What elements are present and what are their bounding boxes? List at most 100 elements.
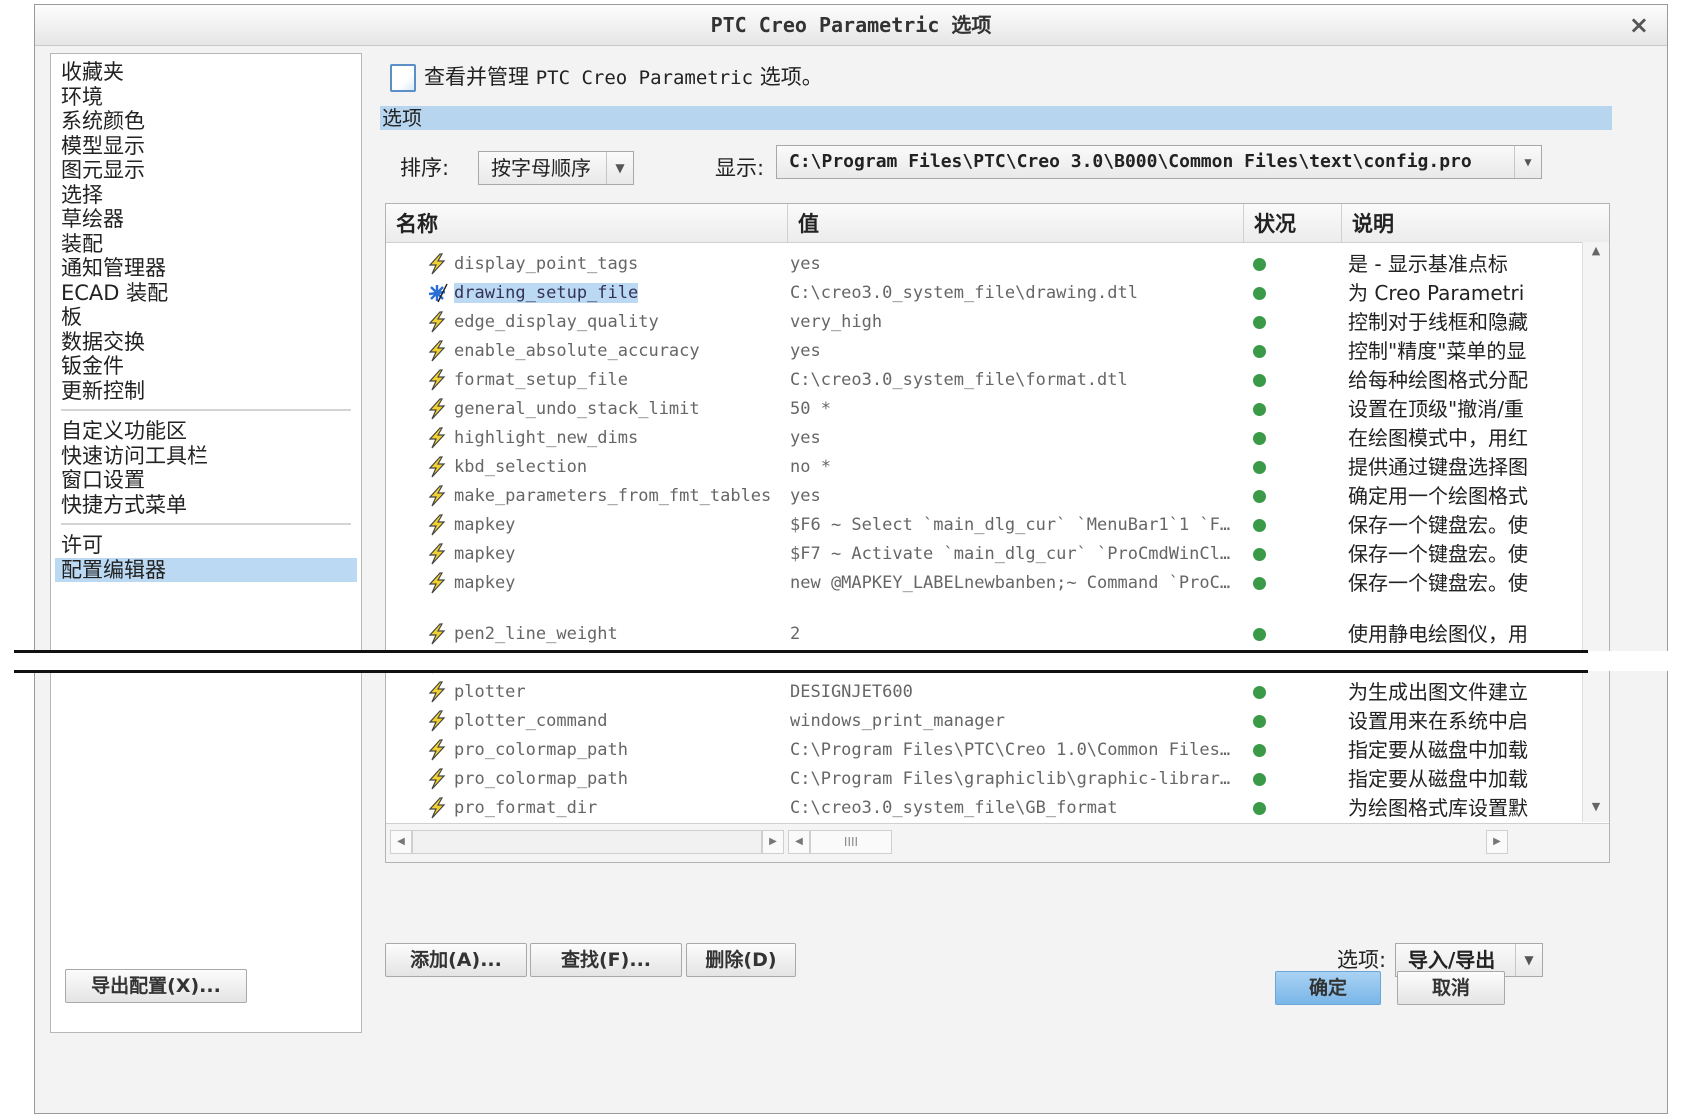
- option-description: 给每种绘图格式分配: [1348, 368, 1528, 392]
- option-value: windows_print_manager: [790, 711, 1005, 731]
- nav-item[interactable]: 快捷方式菜单: [61, 493, 351, 518]
- table-row[interactable]: format_setup_file C:\creo3.0_system_file\…: [386, 366, 1584, 395]
- add-button[interactable]: 添加(A)...: [385, 943, 527, 977]
- scroll-left-icon[interactable]: ◀: [390, 830, 412, 854]
- col-desc-header[interactable]: 说明: [1342, 204, 1609, 242]
- table-row[interactable]: make_parameters_from_fmt_tables yes 确定用一个绘…: [386, 482, 1584, 511]
- nav-item[interactable]: 通知管理器: [61, 256, 351, 281]
- nav-item[interactable]: 窗口设置: [61, 468, 351, 493]
- header-suffix: 选项。: [759, 65, 823, 89]
- scroll-up-icon[interactable]: ▲: [1583, 244, 1609, 264]
- nav-item[interactable]: 更新控制: [61, 379, 351, 404]
- table-row[interactable]: pen2_line_weight 2 使用静电绘图仪，用: [386, 620, 1584, 649]
- nav-item[interactable]: ECAD 装配: [61, 281, 351, 306]
- nav-item[interactable]: 装配: [61, 232, 351, 257]
- scroll-right-icon[interactable]: ▶: [762, 830, 784, 854]
- nav-item[interactable]: 选择: [61, 183, 351, 208]
- vertical-scrollbar[interactable]: ▲ ▼: [1582, 242, 1609, 822]
- table-row[interactable]: pro_format_dir C:\creo3.0_system_file\GB_…: [386, 794, 1584, 822]
- sort-value: 按字母顺序: [491, 156, 591, 180]
- scroll-down-icon[interactable]: ▼: [1583, 800, 1609, 820]
- cancel-button[interactable]: 取消: [1397, 971, 1505, 1005]
- option-name: mapkey: [454, 540, 784, 569]
- option-value: DESIGNJET600: [790, 682, 913, 702]
- nav-item[interactable]: 环境: [61, 85, 351, 110]
- nav-item[interactable]: 数据交换: [61, 330, 351, 355]
- import-export-value: 导入/导出: [1408, 948, 1496, 972]
- display-label: 显示:: [715, 156, 765, 180]
- nav-item[interactable]: 自定义功能区: [61, 419, 351, 444]
- panel-header: 查看并管理 PTC Creo Parametric 选项。: [390, 61, 823, 93]
- lightning-icon: [426, 514, 448, 536]
- find-button[interactable]: 查找(F)...: [530, 943, 682, 977]
- export-config-button[interactable]: 导出配置(X)...: [65, 969, 247, 1003]
- nav-item[interactable]: 图元显示: [61, 158, 351, 183]
- option-value: yes: [790, 428, 821, 448]
- option-name-text: pro_colormap_path: [454, 769, 628, 789]
- nav-item[interactable]: 草绘器: [61, 207, 351, 232]
- ok-button[interactable]: 确定: [1275, 971, 1381, 1005]
- option-name: pro_colormap_path: [454, 765, 784, 794]
- status-dot-icon: [1253, 802, 1266, 815]
- break-line-bottom: [14, 670, 1588, 673]
- nav-item[interactable]: 模型显示: [61, 134, 351, 159]
- nav-item[interactable]: 系统颜色: [61, 109, 351, 134]
- nav-item[interactable]: 许可: [61, 533, 351, 558]
- nav-item[interactable]: 快速访问工具栏: [61, 444, 351, 469]
- option-value: C:\creo3.0_system_file\format.dtl: [790, 370, 1128, 390]
- option-value: new @MAPKEY_LABELnewbanben;~ Command `Pr…: [790, 573, 1236, 593]
- table-row[interactable]: mapkey $F7 ~ Activate `main_dlg_cur` `Pro…: [386, 540, 1584, 569]
- option-name-text: plotter: [454, 682, 526, 702]
- status-dot-icon: [1253, 577, 1266, 590]
- option-name: pro_format_dir: [454, 794, 784, 822]
- chevron-down-icon: ▼: [1515, 944, 1542, 976]
- option-name-text: format_setup_file: [454, 370, 628, 390]
- table-row[interactable]: enable_absolute_accuracy yes 控制"精度"菜单的显: [386, 337, 1584, 366]
- status-dot-icon: [1253, 686, 1266, 699]
- table-row[interactable]: edge_display_quality very_high 控制对于线框和隐藏: [386, 308, 1584, 337]
- option-name-text: kbd_selection: [454, 457, 588, 477]
- status-dot-icon: [1253, 258, 1266, 271]
- sort-dropdown[interactable]: 按字母顺序 ▼: [478, 151, 634, 185]
- col-name-header[interactable]: 名称: [386, 204, 788, 242]
- nav-item[interactable]: 收藏夹: [61, 60, 351, 85]
- option-name: general_undo_stack_limit: [454, 395, 784, 424]
- option-description: 保存一个键盘宏。使: [1348, 542, 1528, 566]
- option-name-text: display_point_tags: [454, 254, 639, 274]
- table-row[interactable]: pro_colormap_path C:\Program Files\PTC\Cr…: [386, 736, 1584, 765]
- col-status-header[interactable]: 状况: [1244, 204, 1342, 242]
- option-name: plotter: [454, 678, 784, 707]
- nav-item[interactable]: 配置编辑器: [55, 557, 357, 582]
- table-row[interactable]: plotter_command windows_print_manager 设置用来…: [386, 707, 1584, 736]
- option-name-text: pen2_line_weight: [454, 624, 618, 644]
- scroll-thumb[interactable]: IIII: [810, 830, 892, 854]
- option-name-text: plotter_command: [454, 711, 608, 731]
- nav-item[interactable]: 钣金件: [61, 354, 351, 379]
- close-icon[interactable]: ×: [1629, 5, 1649, 45]
- option-description: 保存一个键盘宏。使: [1348, 571, 1528, 595]
- nav-item[interactable]: 板: [61, 305, 351, 330]
- table-row[interactable]: mapkey $F6 ~ Select `main_dlg_cur` `MenuB…: [386, 511, 1584, 540]
- option-value: no *: [790, 457, 831, 477]
- option-name-text: edge_display_quality: [454, 312, 659, 332]
- status-dot-icon: [1253, 490, 1266, 503]
- table-row[interactable]: general_undo_stack_limit 50 * 设置在顶级"撤消/重: [386, 395, 1584, 424]
- delete-button[interactable]: 删除(D): [686, 943, 796, 977]
- status-dot-icon: [1253, 374, 1266, 387]
- table-row[interactable]: display_point_tags yes 是 - 显示基准点标: [386, 250, 1584, 279]
- table-row[interactable]: mapkey new @MAPKEY_LABELnewbanben;~ Comma…: [386, 569, 1584, 598]
- table-row[interactable]: drawing_setup_file C:\creo3.0_system_file…: [386, 279, 1584, 308]
- table-row[interactable]: highlight_new_dims yes 在绘图模式中，用红: [386, 424, 1584, 453]
- col-value-header[interactable]: 值: [788, 204, 1244, 242]
- scroll-left-icon[interactable]: ◀: [788, 830, 810, 854]
- option-value: $F6 ~ Select `main_dlg_cur` `MenuBar1`1 …: [790, 515, 1236, 535]
- config-table: 名称 值 状况 说明 display_point_tags yes 是 - 显示基准…: [385, 203, 1610, 863]
- table-row[interactable]: kbd_selection no * 提供通过键盘选择图: [386, 453, 1584, 482]
- header-prefix: 查看并管理: [424, 65, 529, 89]
- display-dropdown[interactable]: C:\Program Files\PTC\Creo 3.0\B000\Commo…: [776, 145, 1542, 179]
- table-row[interactable]: pro_colormap_path C:\Program Files\graphi…: [386, 765, 1584, 794]
- name-col-scroll-track[interactable]: [412, 830, 762, 854]
- table-row[interactable]: plotter DESIGNJET600 为生成出图文件建立: [386, 678, 1584, 707]
- horizontal-scrollbar[interactable]: ◀ ▶ ◀ IIII ▶: [386, 823, 1609, 862]
- scroll-right-icon[interactable]: ▶: [1486, 830, 1508, 854]
